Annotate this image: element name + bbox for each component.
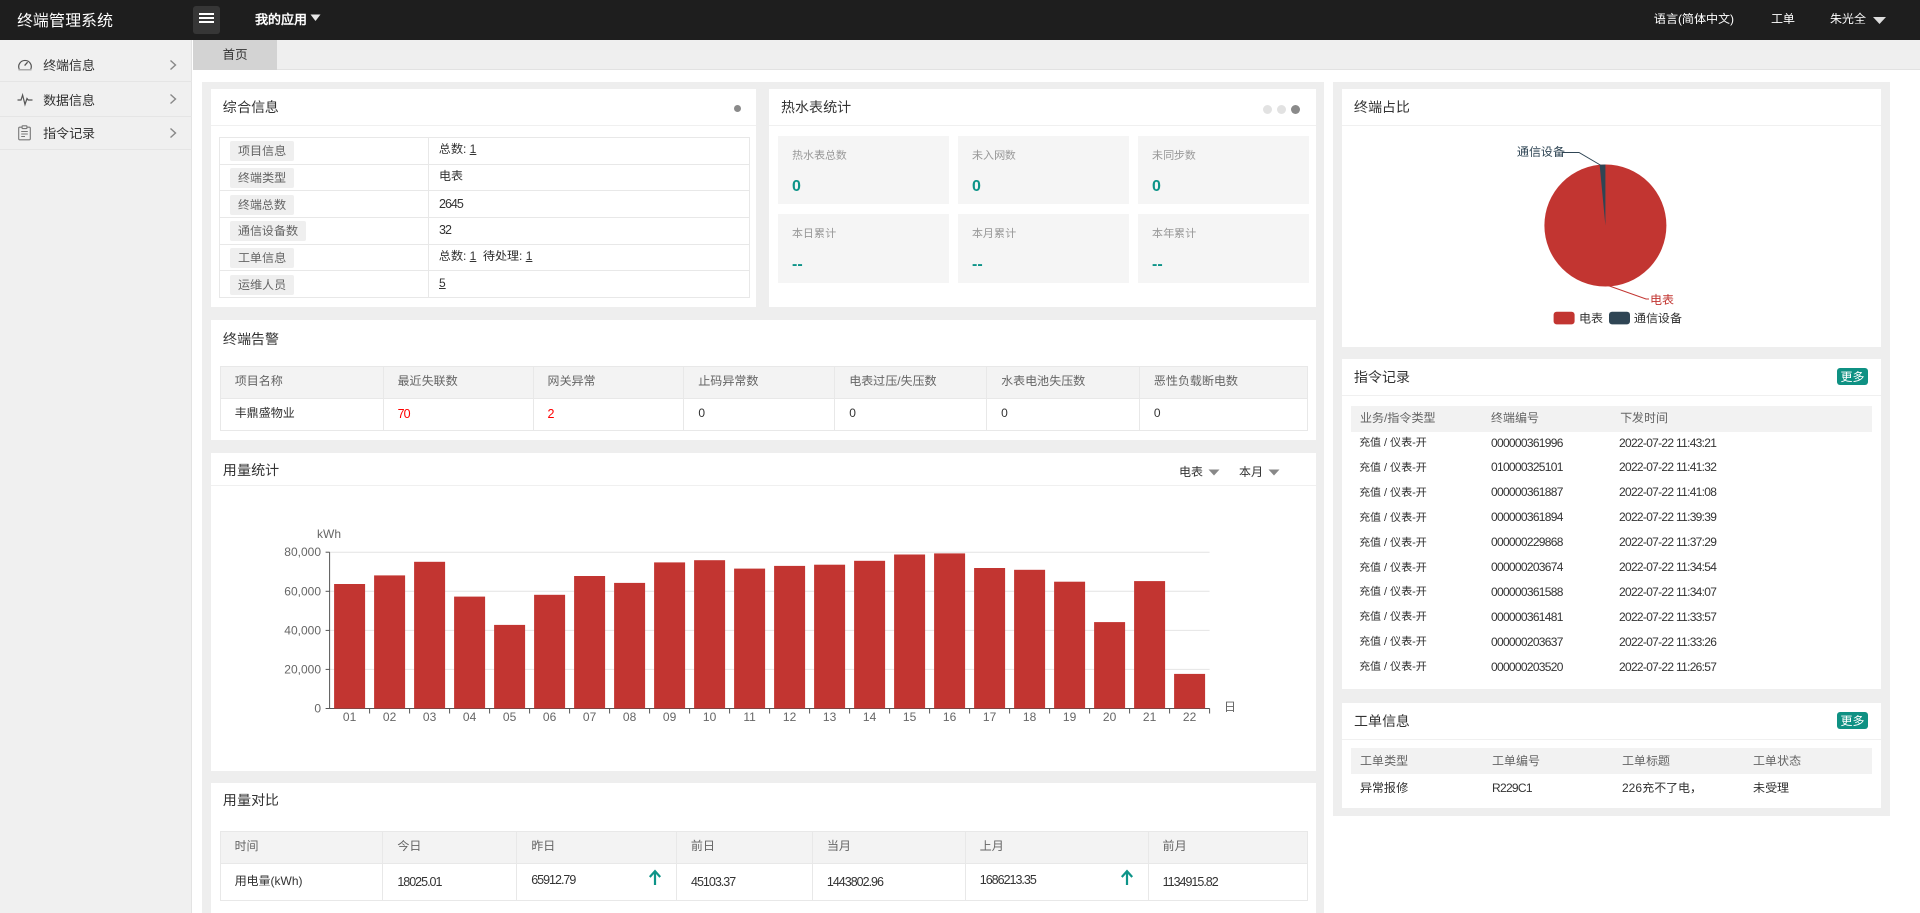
svg-text:60,000: 60,000 [284,582,321,599]
svg-text:03: 03 [423,708,437,725]
svg-text:0: 0 [314,700,321,717]
svg-text:16: 16 [943,708,957,725]
svg-text:08: 08 [623,708,637,725]
svg-text:04: 04 [463,708,477,725]
svg-text:22: 22 [1183,708,1197,725]
svg-text:通信设备: 通信设备 [1634,310,1682,327]
svg-text:07: 07 [583,708,597,725]
svg-text:20: 20 [1103,708,1117,725]
svg-text:17: 17 [983,708,997,725]
svg-text:kWh: kWh [317,525,341,542]
svg-text:40,000: 40,000 [284,621,321,638]
svg-text:21: 21 [1143,708,1157,725]
svg-text:11: 11 [743,708,756,725]
svg-text:电表: 电表 [1650,291,1674,308]
svg-text:20,000: 20,000 [284,660,321,677]
svg-text:通信设备: 通信设备 [1517,143,1565,160]
svg-text:12: 12 [783,708,797,725]
svg-text:01: 01 [343,708,357,725]
svg-text:15: 15 [903,708,917,725]
svg-text:09: 09 [663,708,677,725]
svg-text:10: 10 [703,708,717,725]
svg-text:电表: 电表 [1579,310,1603,327]
svg-text:18: 18 [1023,708,1037,725]
svg-text:06: 06 [543,708,557,725]
svg-text:13: 13 [823,708,837,725]
svg-text:02: 02 [383,708,397,725]
svg-text:日: 日 [1224,698,1236,715]
svg-text:80,000: 80,000 [284,543,321,560]
svg-text:14: 14 [863,708,877,725]
svg-text:05: 05 [503,708,517,725]
svg-text:19: 19 [1063,708,1077,725]
